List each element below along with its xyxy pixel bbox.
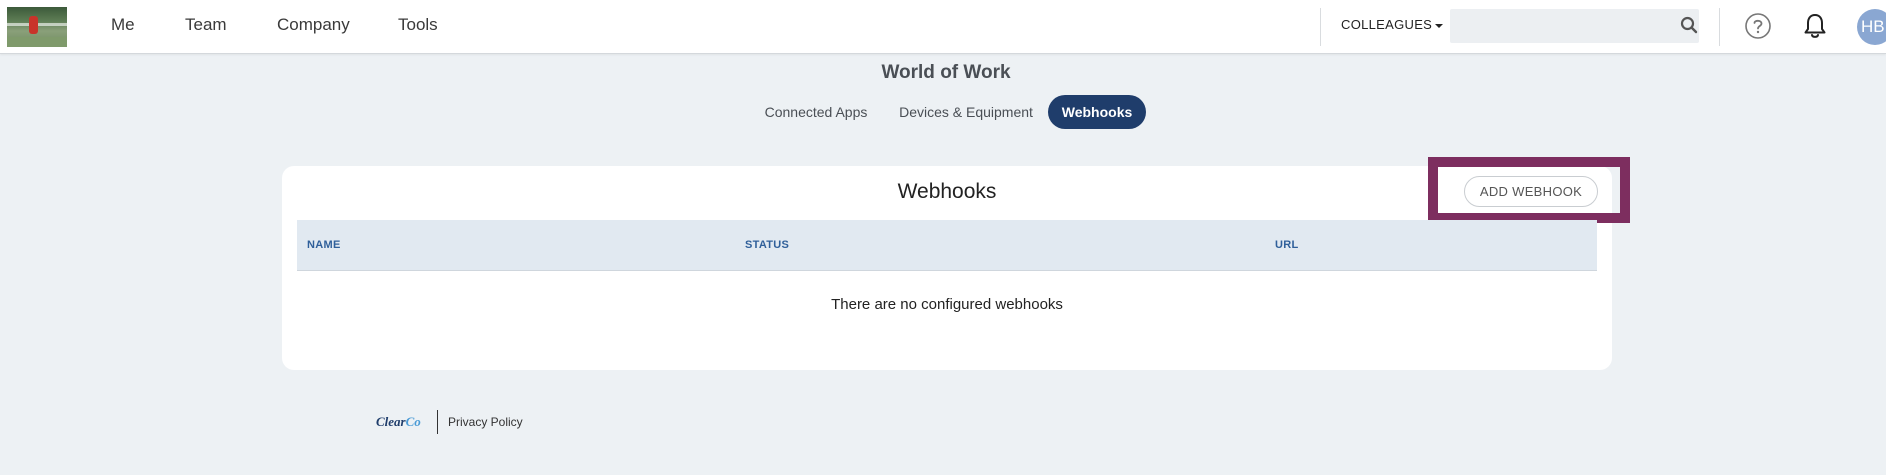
colleagues-label: COLLEAGUES	[1341, 17, 1433, 32]
colleagues-dropdown[interactable]: COLLEAGUES	[1341, 17, 1444, 32]
column-header-name[interactable]: NAME	[307, 239, 341, 251]
nav-divider	[1320, 8, 1321, 46]
chevron-down-icon	[1435, 23, 1444, 28]
company-logo[interactable]	[7, 7, 67, 47]
column-header-status[interactable]: STATUS	[745, 239, 789, 251]
tab-connected-apps[interactable]: Connected Apps	[758, 95, 874, 129]
search-icon[interactable]	[1680, 16, 1698, 34]
top-navigation-bar: Me Team Company Tools COLLEAGUES HB	[0, 0, 1886, 54]
footer-brand-main: Clear	[376, 414, 406, 429]
table-header: NAME STATUS URL	[297, 220, 1597, 271]
bell-icon[interactable]	[1801, 12, 1829, 40]
empty-state-message: There are no configured webhooks	[831, 296, 1063, 313]
card-title: Webhooks	[897, 180, 997, 203]
privacy-policy-link[interactable]: Privacy Policy	[448, 415, 523, 429]
nav-item-company[interactable]: Company	[277, 15, 350, 35]
search-input[interactable]	[1450, 9, 1699, 43]
page-title: World of Work	[881, 62, 1011, 83]
footer-divider	[437, 410, 438, 434]
nav-item-tools[interactable]: Tools	[398, 15, 438, 35]
tab-devices-equipment[interactable]: Devices & Equipment	[893, 95, 1039, 129]
logo-figure	[29, 16, 38, 34]
nav-item-team[interactable]: Team	[185, 15, 227, 35]
logo-ground	[7, 37, 67, 47]
nav-item-me[interactable]: Me	[111, 15, 135, 35]
add-webhook-button[interactable]: ADD WEBHOOK	[1464, 176, 1598, 207]
column-header-url[interactable]: URL	[1275, 239, 1299, 251]
help-icon[interactable]	[1744, 12, 1772, 40]
tab-webhooks[interactable]: Webhooks	[1048, 95, 1146, 129]
footer-brand-accent: Co	[405, 414, 421, 429]
avatar[interactable]: HB	[1857, 9, 1886, 45]
nav-divider	[1719, 8, 1720, 46]
footer-logo: ClearCo	[376, 414, 421, 430]
